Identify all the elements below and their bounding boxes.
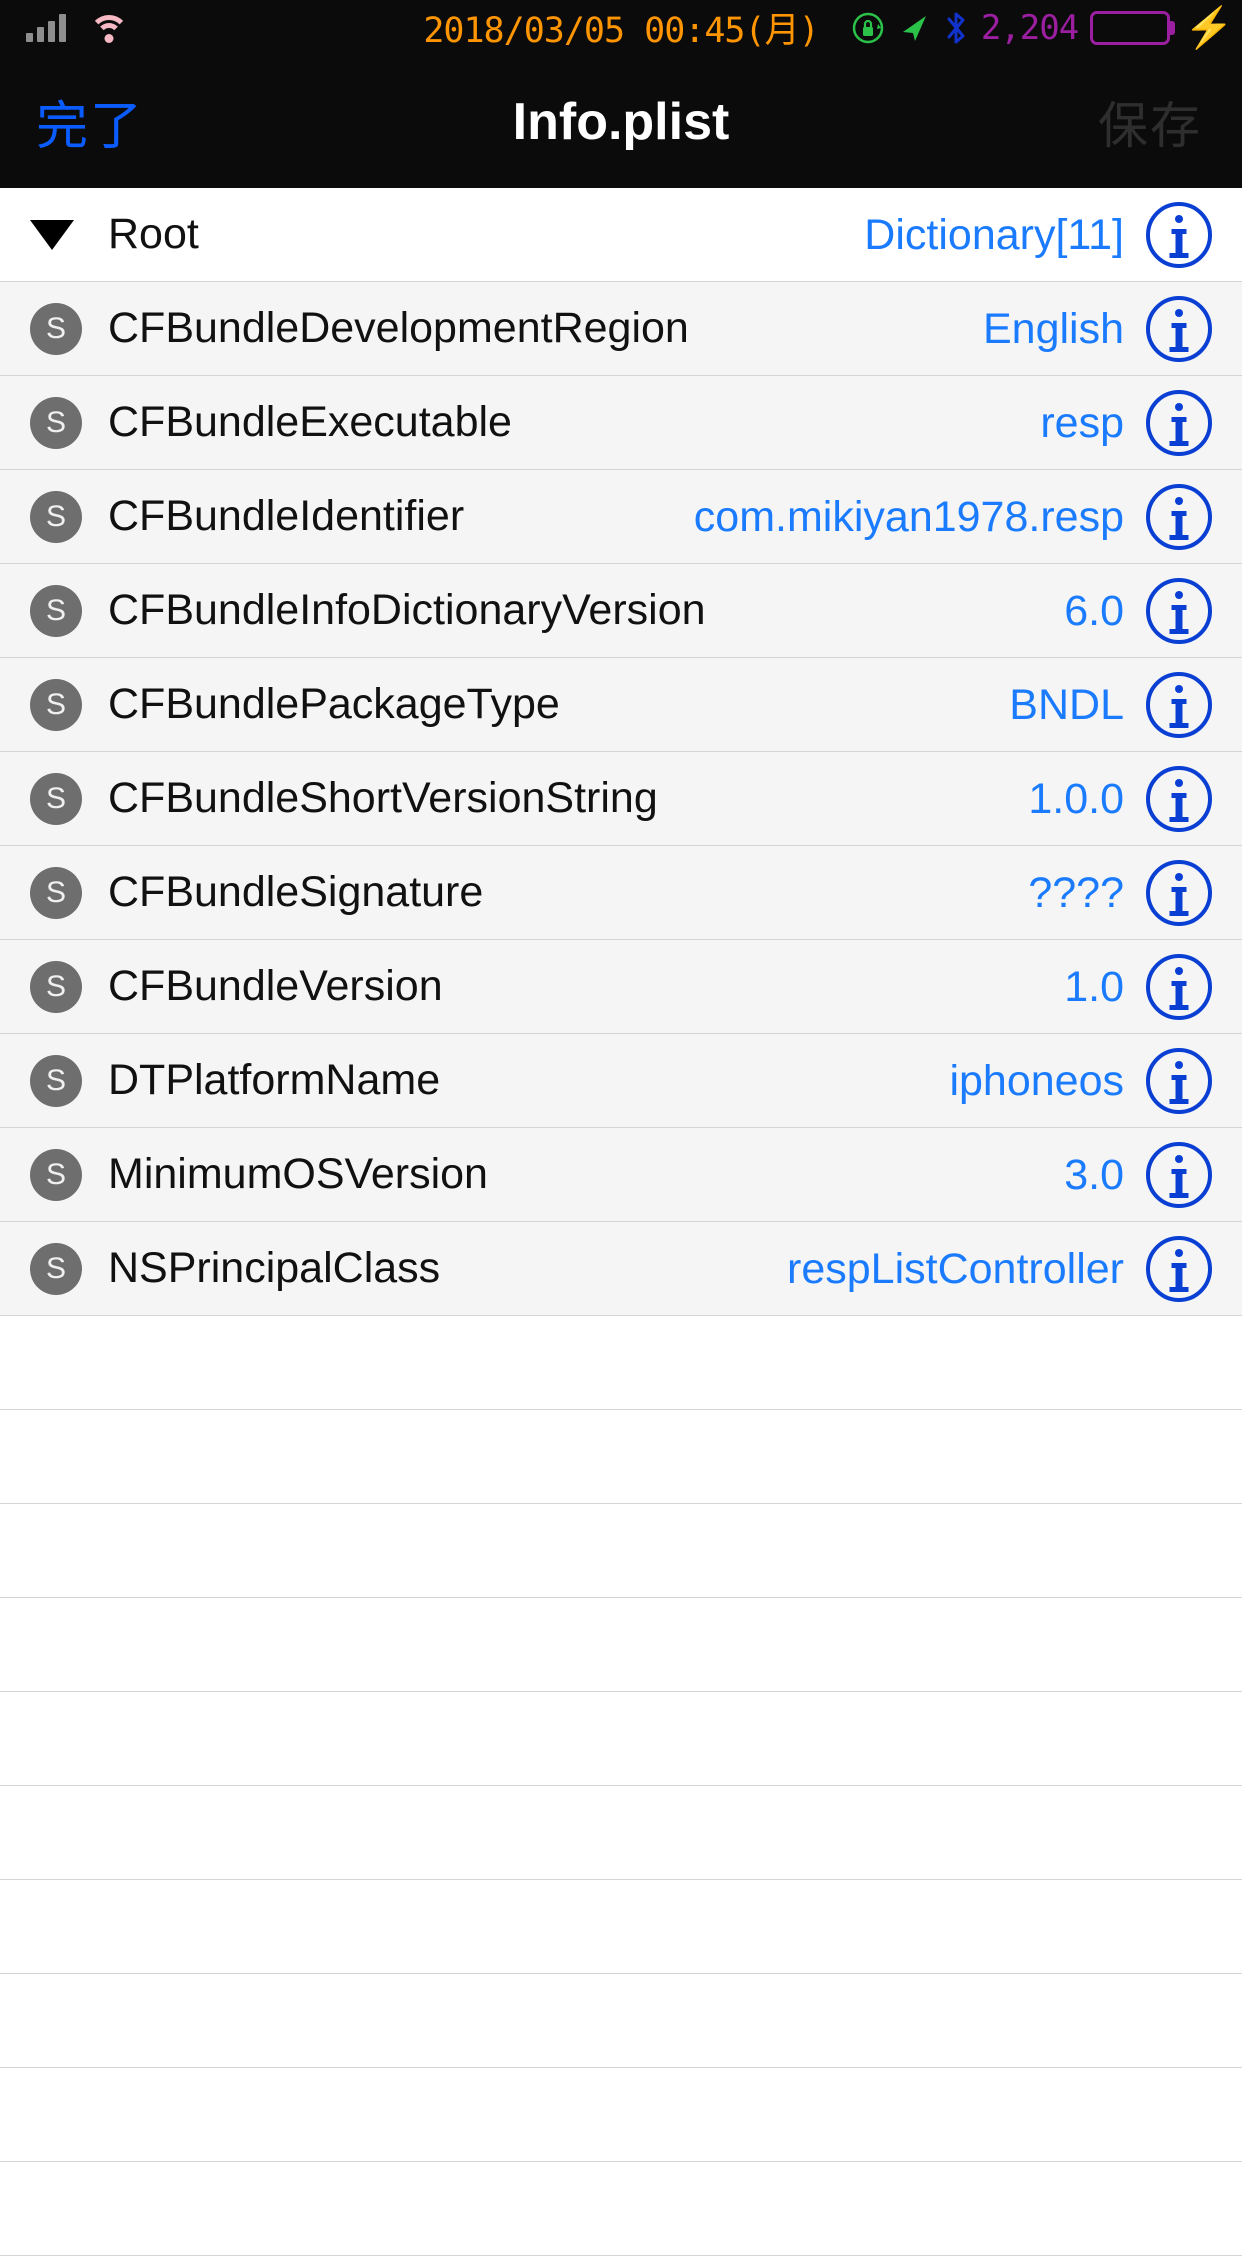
table-row[interactable]: S DTPlatformName iphoneos bbox=[0, 1034, 1242, 1128]
row-right-group: com.mikiyan1978.resp bbox=[694, 470, 1212, 564]
info-icon[interactable] bbox=[1146, 1236, 1212, 1302]
save-button[interactable]: 保存 bbox=[1098, 86, 1202, 158]
row-right-group: Dictionary[11] bbox=[864, 188, 1212, 282]
table-row[interactable]: S CFBundleShortVersionString 1.0.0 bbox=[0, 752, 1242, 846]
charging-bolt-icon: ⚡ bbox=[1184, 5, 1234, 50]
type-badge-string: S bbox=[30, 772, 82, 825]
info-icon[interactable] bbox=[1146, 766, 1212, 832]
table-row-empty bbox=[0, 1598, 1242, 1692]
row-key: DTPlatformName bbox=[108, 1056, 441, 1104]
table-row[interactable]: S CFBundleSignature ???? bbox=[0, 846, 1242, 940]
table-row-empty bbox=[0, 1316, 1242, 1410]
table-row-empty bbox=[0, 1692, 1242, 1786]
row-right-group: BNDL bbox=[1009, 658, 1212, 752]
table-row[interactable]: S CFBundleVersion 1.0 bbox=[0, 940, 1242, 1034]
page-title: Info.plist bbox=[512, 92, 730, 151]
type-badge-string: S bbox=[30, 866, 82, 919]
table-row[interactable]: S CFBundleExecutable resp bbox=[0, 376, 1242, 470]
row-key: CFBundleIdentifier bbox=[108, 492, 465, 540]
type-badge-string: S bbox=[30, 396, 82, 449]
row-value[interactable]: 6.0 bbox=[1064, 587, 1124, 636]
row-right-group: resp bbox=[1040, 376, 1212, 470]
row-key: CFBundleExecutable bbox=[108, 398, 512, 446]
row-value[interactable]: iphoneos bbox=[949, 1057, 1124, 1106]
bluetooth-icon bbox=[943, 10, 969, 46]
table-row[interactable]: S CFBundlePackageType BNDL bbox=[0, 658, 1242, 752]
info-icon[interactable] bbox=[1146, 860, 1212, 926]
row-right-group: iphoneos bbox=[949, 1034, 1212, 1128]
status-bar-datetime: 2018/03/05 00:45(月) bbox=[423, 11, 819, 51]
rotation-lock-icon bbox=[851, 11, 885, 45]
info-icon[interactable] bbox=[1146, 672, 1212, 738]
type-badge-string: S bbox=[30, 1054, 82, 1107]
type-badge-string: S bbox=[30, 302, 82, 355]
row-right-group: 1.0.0 bbox=[1028, 752, 1212, 846]
info-icon[interactable] bbox=[1146, 484, 1212, 550]
status-bar: 2018/03/05 00:45(月) 2,204 ⚡ bbox=[0, 0, 1242, 55]
row-key: CFBundleShortVersionString bbox=[108, 774, 658, 822]
type-badge-string: S bbox=[30, 1242, 82, 1295]
row-value[interactable]: BNDL bbox=[1009, 681, 1124, 730]
row-key: NSPrincipalClass bbox=[108, 1244, 441, 1292]
type-badge-string: S bbox=[30, 960, 82, 1013]
row-value[interactable]: 1.0 bbox=[1064, 963, 1124, 1012]
triangle-down-icon[interactable] bbox=[30, 219, 82, 250]
status-bar-right: 2,204 ⚡ bbox=[851, 0, 1234, 55]
row-right-group: 1.0 bbox=[1064, 940, 1212, 1034]
row-value[interactable]: ???? bbox=[1028, 869, 1124, 918]
plist-table: Root Dictionary[11] S CFBundleDevelopmen… bbox=[0, 188, 1242, 2256]
row-key: CFBundleInfoDictionaryVersion bbox=[108, 586, 706, 634]
row-key: CFBundlePackageType bbox=[108, 680, 560, 728]
row-value[interactable]: com.mikiyan1978.resp bbox=[694, 493, 1124, 542]
info-icon[interactable] bbox=[1146, 1142, 1212, 1208]
location-arrow-icon bbox=[897, 11, 931, 45]
navigation-bar: 完了 Info.plist 保存 bbox=[0, 55, 1242, 188]
row-right-group: respListController bbox=[787, 1222, 1212, 1316]
table-row[interactable]: S CFBundleIdentifier com.mikiyan1978.res… bbox=[0, 470, 1242, 564]
row-key: CFBundleDevelopmentRegion bbox=[108, 304, 689, 352]
row-key: CFBundleSignature bbox=[108, 868, 484, 916]
table-row-empty bbox=[0, 1880, 1242, 1974]
type-badge-string: S bbox=[30, 1148, 82, 1201]
table-row[interactable]: S MinimumOSVersion 3.0 bbox=[0, 1128, 1242, 1222]
table-row[interactable]: S CFBundleInfoDictionaryVersion 6.0 bbox=[0, 564, 1242, 658]
row-key: Root bbox=[108, 210, 199, 258]
info-icon[interactable] bbox=[1146, 296, 1212, 362]
table-row-root[interactable]: Root Dictionary[11] bbox=[0, 188, 1242, 282]
table-row-empty bbox=[0, 1504, 1242, 1598]
row-right-group: ???? bbox=[1028, 846, 1212, 940]
type-badge-string: S bbox=[30, 678, 82, 731]
info-icon[interactable] bbox=[1146, 202, 1212, 268]
status-bar-counter: 2,204 bbox=[980, 7, 1079, 48]
type-badge-string: S bbox=[30, 490, 82, 543]
row-value[interactable]: 1.0.0 bbox=[1028, 775, 1124, 824]
row-key: MinimumOSVersion bbox=[108, 1150, 488, 1198]
row-value[interactable]: respListController bbox=[787, 1245, 1124, 1294]
row-value[interactable]: English bbox=[983, 305, 1124, 354]
row-right-group: 3.0 bbox=[1064, 1128, 1212, 1222]
row-value[interactable]: resp bbox=[1040, 399, 1124, 448]
row-right-group: 6.0 bbox=[1064, 564, 1212, 658]
table-row-empty bbox=[0, 2162, 1242, 2256]
table-row-empty bbox=[0, 1410, 1242, 1504]
battery-icon bbox=[1090, 10, 1176, 45]
info-icon[interactable] bbox=[1146, 390, 1212, 456]
type-badge-string: S bbox=[30, 584, 82, 637]
row-key: CFBundleVersion bbox=[108, 962, 443, 1010]
table-row[interactable]: S CFBundleDevelopmentRegion English bbox=[0, 282, 1242, 376]
info-icon[interactable] bbox=[1146, 578, 1212, 644]
info-icon[interactable] bbox=[1146, 954, 1212, 1020]
table-row-empty bbox=[0, 1786, 1242, 1880]
table-row-empty bbox=[0, 2068, 1242, 2162]
row-right-group: English bbox=[983, 282, 1212, 376]
row-value[interactable]: Dictionary[11] bbox=[864, 211, 1124, 260]
row-value[interactable]: 3.0 bbox=[1064, 1151, 1124, 1200]
info-icon[interactable] bbox=[1146, 1048, 1212, 1114]
table-row-empty bbox=[0, 1974, 1242, 2068]
table-row[interactable]: S NSPrincipalClass respListController bbox=[0, 1222, 1242, 1316]
